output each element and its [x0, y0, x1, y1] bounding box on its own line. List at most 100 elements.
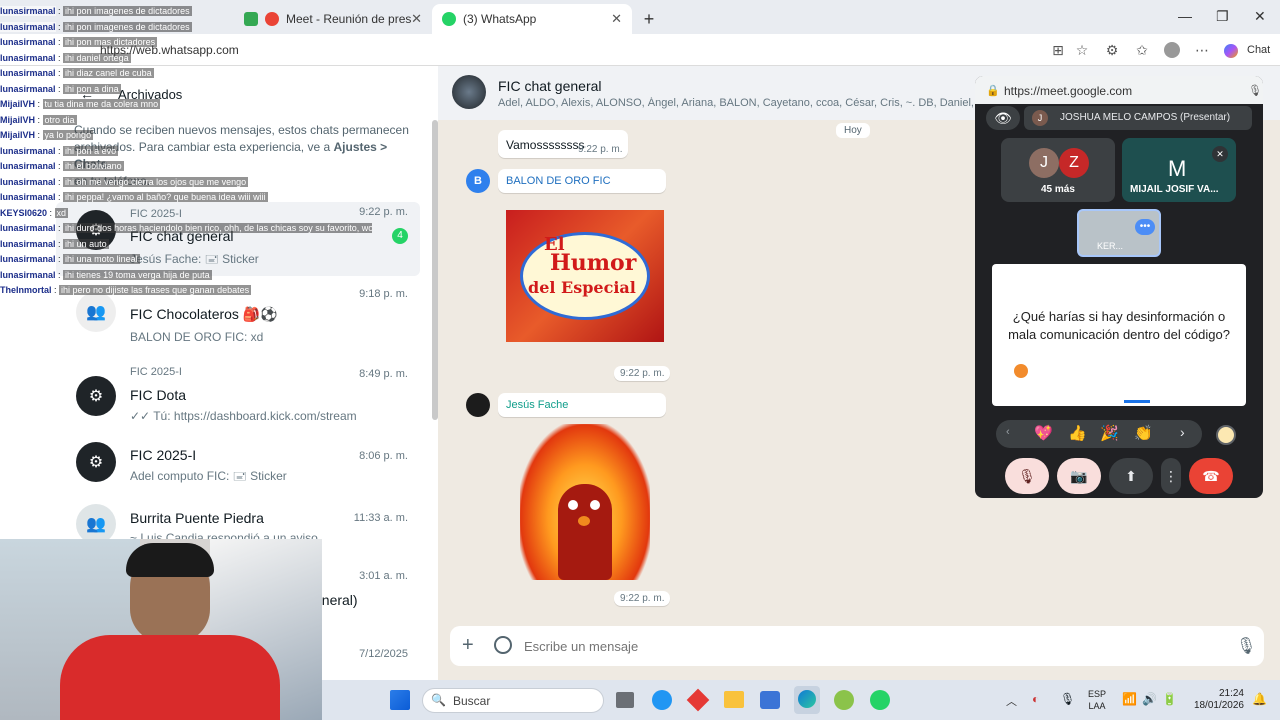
participant-avatar: Z: [1059, 148, 1089, 178]
prev-icon[interactable]: ‹: [1006, 426, 1010, 438]
apps-icon[interactable]: ⊞: [1050, 42, 1066, 58]
webcam-overlay: [0, 539, 322, 720]
task-view-icon[interactable]: [616, 692, 634, 708]
view-icon[interactable]: 👁: [986, 106, 1020, 130]
copilot-icon[interactable]: [1224, 44, 1238, 58]
stream-chat-text: ihi pon a dina: [63, 83, 121, 94]
reaction-heart[interactable]: 💖: [1034, 424, 1053, 442]
message-input[interactable]: [524, 636, 1204, 656]
emoji-icon[interactable]: [494, 636, 512, 654]
chat-name: Burrita Puente Piedra: [130, 510, 264, 526]
new-tab-button[interactable]: +: [636, 4, 662, 34]
next-icon[interactable]: ›: [1180, 424, 1185, 440]
chat-item-dota[interactable]: ⚙ FIC 2025-I FIC Dota ✓✓ Tú: https://das…: [56, 364, 420, 438]
camera-off-button[interactable]: 📷: [1057, 458, 1101, 494]
favorites-icon[interactable]: ✩: [1134, 42, 1150, 58]
chevron-up-icon[interactable]: ︿: [1006, 693, 1017, 709]
participant-name: MIJAIL JOSIF VA...: [1130, 184, 1219, 195]
stream-chat-text: ihi tienes 19 toma verga hija de puta: [63, 269, 212, 280]
microphone-icon[interactable]: 🎙: [1236, 636, 1256, 656]
minimize-button[interactable]: —: [1178, 8, 1192, 24]
stream-chat-text: ihi pon imagenes de dictadores: [63, 6, 192, 16]
stream-chat-user: lunasirmanal: [0, 68, 56, 78]
self-label: KER...: [1097, 241, 1124, 251]
stream-chat-text: ihi pon imagenes de dictadores: [63, 21, 192, 32]
stream-chat-message: lunasirmanal : ihi un auto: [0, 238, 109, 249]
presenter-label: JOSHUA MELO CAMPOS (Presentar): [1060, 112, 1231, 123]
volume-icon[interactable]: 🔊: [1142, 692, 1157, 706]
sender-avatar[interactable]: [466, 393, 490, 417]
whatsapp-icon[interactable]: [870, 690, 890, 710]
chat-preview: BALON DE ORO FIC: xd: [130, 330, 264, 344]
stream-chat-user: lunasirmanal: [0, 37, 56, 47]
reaction-clap[interactable]: 👏: [1134, 424, 1153, 442]
reaction-thumbs-up[interactable]: 👍: [1068, 424, 1087, 442]
stream-chat-text: ihi un auto: [63, 238, 109, 249]
maximize-button[interactable]: ❐: [1216, 8, 1229, 25]
stream-chat-user: MijailVH: [0, 99, 36, 109]
message-bubble[interactable]: Vamossssssss 9:22 p. m.: [498, 130, 628, 158]
chat-button[interactable]: Chat: [1247, 44, 1270, 56]
star-icon[interactable]: ☆: [1074, 42, 1090, 58]
group-avatar[interactable]: [452, 75, 486, 109]
chat-time: 8:06 p. m.: [359, 450, 408, 462]
chat-time: 8:49 p. m.: [359, 368, 408, 380]
sender-tag: Jesús Fache: [498, 393, 666, 417]
chrome-icon[interactable]: [652, 690, 672, 710]
close-window-button[interactable]: ✕: [1254, 8, 1266, 25]
reaction-party[interactable]: 🎉: [1100, 424, 1119, 442]
sender-avatar[interactable]: B: [466, 169, 490, 193]
chat-time: 7/12/2025: [359, 648, 408, 660]
extension-icon[interactable]: ⚙: [1104, 42, 1120, 58]
message-time: 9:22 p. m.: [614, 366, 671, 381]
taskbar-search[interactable]: 🔍 Buscar: [422, 688, 604, 713]
notifications-icon[interactable]: 🔔: [1252, 692, 1267, 706]
close-tab-icon[interactable]: ✕: [611, 11, 622, 27]
profile-icon[interactable]: [1164, 42, 1180, 58]
more-options-icon[interactable]: •••: [1135, 219, 1155, 235]
stream-chat-user: lunasirmanal: [0, 6, 56, 16]
sticker-elmo-fire[interactable]: [506, 424, 664, 580]
participants-tile[interactable]: J Z 45 más: [1001, 138, 1115, 202]
self-view-tile[interactable]: KER... •••: [1077, 209, 1161, 257]
tab-label: (3) WhatsApp: [463, 12, 537, 26]
stream-chat-text: ihi peppa! ¿vamo al baño? que buena idea…: [63, 192, 268, 202]
wifi-icon[interactable]: 📶: [1122, 692, 1137, 706]
more-icon[interactable]: ⋯: [1194, 42, 1210, 58]
presenter-bar[interactable]: J JOSHUA MELO CAMPOS (Presentar): [1024, 106, 1252, 130]
meet-url: https://meet.google.com: [1004, 84, 1133, 98]
chat-name: FIC Chocolateros 🎒⚽: [130, 306, 278, 322]
skin-tone-icon[interactable]: [1216, 425, 1236, 445]
file-explorer-icon[interactable]: [724, 691, 744, 708]
stream-chat-user: lunasirmanal: [0, 83, 56, 94]
app-icon[interactable]: [834, 690, 854, 710]
unread-badge: 4: [392, 228, 408, 244]
microphone-tray-icon[interactable]: 🎙: [1060, 692, 1075, 706]
mic-off-button[interactable]: 🎙: [1005, 458, 1049, 494]
elmo-eye: [590, 500, 600, 510]
store-icon[interactable]: [760, 691, 780, 709]
participant-tile[interactable]: M ✕ MIJAIL JOSIF VA...: [1122, 138, 1236, 202]
muted-icon: ✕: [1212, 146, 1228, 162]
stream-chat-overlay: lunasirmanal : ihi pon imagenes de dicta…: [0, 4, 372, 299]
attach-icon[interactable]: +: [462, 634, 474, 657]
stream-chat-message: lunasirmanal : ihi peppa! ¿vamo al baño?…: [0, 192, 268, 202]
whatsapp-favicon: [442, 12, 456, 26]
chat-preview: ✓✓ Tú: https://dashboard.kick.com/stream: [130, 409, 357, 423]
start-icon[interactable]: [390, 690, 410, 710]
leave-call-button[interactable]: ☎: [1189, 458, 1233, 494]
sticker-humor-especial[interactable]: El Humor del Especial: [506, 210, 664, 342]
lock-icon: 🔒: [986, 85, 1000, 97]
stream-chat-message: lunasirmanal : ihi el boliviano: [0, 161, 124, 171]
battery-icon[interactable]: 🔋: [1162, 692, 1177, 706]
clock[interactable]: 21:24 18/01/2026: [1188, 688, 1244, 712]
stream-chat-text: ihi pon mas dictadores: [63, 37, 158, 47]
tab-whatsapp[interactable]: (3) WhatsApp ✕: [432, 4, 632, 34]
message-time: 9:22 p. m.: [578, 144, 623, 155]
language-indicator[interactable]: ESP LAA: [1088, 688, 1106, 712]
close-tab-icon[interactable]: ✕: [411, 11, 422, 27]
clock-time: 21:24: [1218, 688, 1244, 699]
more-options-button[interactable]: ⋮: [1161, 458, 1181, 494]
present-button[interactable]: ⬆: [1109, 458, 1153, 494]
tray-app-icon[interactable]: ◐: [1032, 692, 1039, 706]
